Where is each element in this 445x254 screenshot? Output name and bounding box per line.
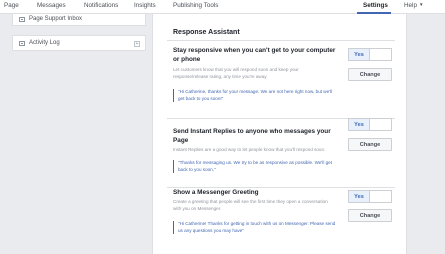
- section-title-messenger-greeting: Show a Messenger Greeting: [173, 189, 259, 196]
- toggle-yes-label: Yes: [349, 49, 370, 60]
- messenger-greeting-change-button[interactable]: Change: [348, 209, 392, 222]
- response-assistant-panel: Response Assistant Stay responsive when …: [152, 14, 407, 254]
- sidebar-card-activity: Activity Log +: [12, 35, 146, 51]
- nav-help-label: Help: [404, 2, 417, 9]
- toggle-yes-label: Yes: [349, 119, 370, 130]
- messenger-greeting-preview: "Hi Catherine! Thanks for getting in tou…: [173, 221, 336, 234]
- nav-tab-publishing-tools[interactable]: Publishing Tools: [173, 2, 218, 9]
- away-message-change-button[interactable]: Change: [348, 68, 392, 81]
- section-divider: [167, 40, 395, 41]
- section-title-instant-replies: Send Instant Replies to anyone who messa…: [173, 128, 331, 144]
- section-title-away-message: Stay responsive when you can't get to yo…: [173, 47, 336, 63]
- caret-down-icon: ▼: [418, 2, 424, 7]
- nav-tab-messages[interactable]: Messages: [37, 2, 66, 9]
- section-description: Instant Replies are a good way to let pe…: [173, 147, 326, 152]
- section-description: Let customers know that you will respond…: [173, 67, 299, 79]
- sidebar-item-page-support-inbox[interactable]: Page Support Inbox: [19, 16, 82, 22]
- instant-reply-preview: "Thanks for messaging us. We try to be a…: [173, 160, 336, 173]
- nav-help-menu[interactable]: Help ▼: [404, 2, 423, 9]
- nav-tab-insights[interactable]: Insights: [134, 2, 156, 9]
- inbox-icon: [19, 16, 25, 22]
- list-icon: [19, 40, 25, 46]
- expand-plus-icon[interactable]: +: [134, 41, 140, 47]
- away-message-preview: "Hi Catherine, thanks for your message. …: [173, 89, 336, 102]
- instant-replies-change-button[interactable]: Change: [348, 138, 392, 151]
- section-description: Create a greeting that people will see t…: [173, 199, 328, 211]
- nav-tab-page[interactable]: Page: [4, 2, 19, 9]
- sidebar-card-inbox: Page Support Inbox: [12, 14, 146, 26]
- top-nav: Page Messages Notifications Insights Pub…: [0, 0, 445, 14]
- sidebar-item-label: Activity Log: [29, 40, 60, 46]
- away-message-toggle[interactable]: Yes: [348, 48, 392, 61]
- instant-replies-toggle[interactable]: Yes: [348, 118, 392, 131]
- sidebar-item-activity-log[interactable]: Activity Log: [19, 40, 60, 46]
- sidebar-item-label: Page Support Inbox: [29, 16, 83, 22]
- toggle-yes-label: Yes: [349, 191, 370, 202]
- nav-tab-settings[interactable]: Settings: [363, 2, 388, 9]
- nav-tab-notifications[interactable]: Notifications: [84, 2, 118, 9]
- messenger-greeting-toggle[interactable]: Yes: [348, 190, 392, 203]
- page-title: Response Assistant: [173, 29, 240, 36]
